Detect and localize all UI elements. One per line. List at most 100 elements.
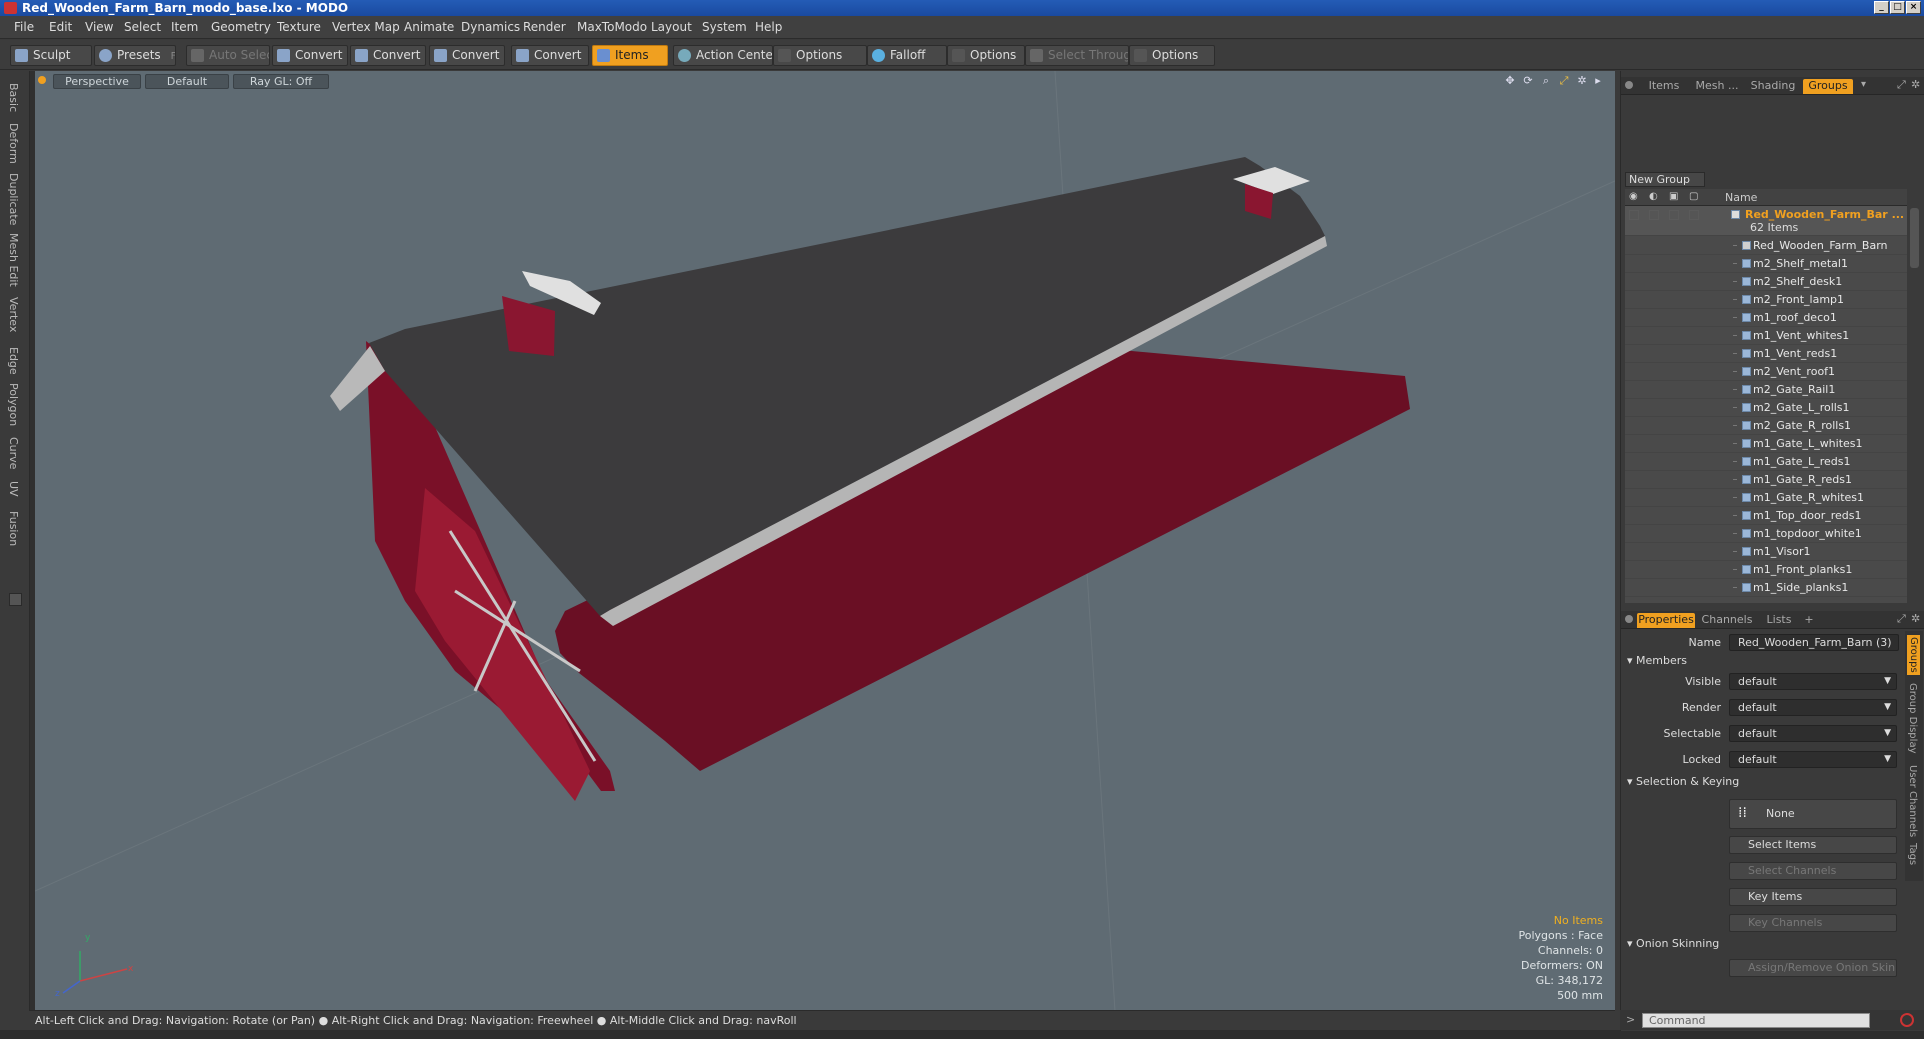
list-item[interactable]: m2_Shelf_desk1 bbox=[1625, 273, 1907, 291]
add-tab-button[interactable]: + bbox=[1801, 613, 1817, 628]
menu-file[interactable]: File bbox=[14, 20, 34, 34]
key-items-button[interactable]: Key Items bbox=[1729, 888, 1897, 906]
list-item[interactable]: m1_roof_deco1 bbox=[1625, 309, 1907, 327]
tab-duplicate[interactable]: Duplicate bbox=[7, 173, 20, 225]
lock-toggle[interactable] bbox=[1669, 210, 1679, 220]
convert-button-3[interactable]: Convert bbox=[429, 45, 505, 66]
tab-shading[interactable]: Shading bbox=[1745, 79, 1801, 94]
tab-properties[interactable]: Properties bbox=[1637, 613, 1695, 628]
action-center-options-button[interactable]: Options bbox=[773, 45, 867, 66]
list-item[interactable]: m1_Gate_L_whites1 bbox=[1625, 435, 1907, 453]
tab-mesh-edit[interactable]: Mesh Edit bbox=[7, 233, 20, 287]
items-mode-button[interactable]: Items bbox=[592, 45, 668, 66]
tab-groups[interactable]: Groups bbox=[1803, 79, 1853, 94]
list-item[interactable]: m1_Gate_R_whites1 bbox=[1625, 489, 1907, 507]
eye-icon[interactable]: ◉ bbox=[1629, 191, 1638, 202]
menu-maxtomodo[interactable]: MaxToModo bbox=[577, 20, 647, 34]
tab-uv[interactable]: UV bbox=[7, 481, 20, 497]
visible-dropdown[interactable]: default ▼ bbox=[1729, 673, 1897, 690]
locked-dropdown[interactable]: default ▼ bbox=[1729, 751, 1897, 768]
gear-icon[interactable]: ✲ bbox=[1911, 612, 1920, 625]
viewport-menu-dot[interactable] bbox=[38, 76, 46, 84]
fit-view-icon[interactable]: ⤢ bbox=[1557, 75, 1571, 87]
select-through-button[interactable]: Select Through bbox=[1025, 45, 1129, 66]
toolbox-toggle-button[interactable] bbox=[9, 593, 22, 606]
visibility-toggle[interactable] bbox=[1629, 210, 1639, 220]
falloff-options-button[interactable]: Options bbox=[947, 45, 1025, 66]
menu-animate[interactable]: Animate bbox=[404, 20, 454, 34]
render-dropdown[interactable]: default ▼ bbox=[1729, 699, 1897, 716]
list-item[interactable]: m2_Vent_roof1 bbox=[1625, 363, 1907, 381]
list-item[interactable]: m1_Front_planks1 bbox=[1625, 561, 1907, 579]
menu-select[interactable]: Select bbox=[124, 20, 161, 34]
record-icon[interactable] bbox=[1900, 1013, 1914, 1027]
gear-icon[interactable]: ✲ bbox=[1575, 75, 1589, 87]
render-icon[interactable]: ◐ bbox=[1649, 191, 1658, 202]
side-tab-tags[interactable]: Tags bbox=[1907, 843, 1918, 865]
raygl-toggle[interactable]: Ray GL: Off bbox=[233, 74, 329, 89]
side-tab-groups[interactable]: Groups bbox=[1907, 635, 1920, 675]
group-name-field[interactable]: Red_Wooden_Farm_Barn (3) bbox=[1729, 634, 1899, 651]
convert-button-4[interactable]: Convert bbox=[511, 45, 589, 66]
list-item[interactable]: m1_Vent_reds1 bbox=[1625, 345, 1907, 363]
menu-system[interactable]: System bbox=[702, 20, 747, 34]
menu-dynamics[interactable]: Dynamics bbox=[461, 20, 520, 34]
list-item[interactable]: m1_Side_planks1 bbox=[1625, 579, 1907, 597]
scrollbar-thumb[interactable] bbox=[1910, 208, 1919, 268]
select-items-button[interactable]: Select Items bbox=[1729, 836, 1897, 854]
side-tab-user-channels[interactable]: User Channels bbox=[1907, 765, 1918, 837]
list-item[interactable]: m1_Vent_whites1 bbox=[1625, 327, 1907, 345]
command-input[interactable]: Command bbox=[1642, 1013, 1870, 1028]
menu-layout[interactable]: Layout bbox=[651, 20, 692, 34]
key-channels-button[interactable]: Key Channels bbox=[1729, 914, 1897, 932]
new-group-button[interactable]: New Group bbox=[1625, 172, 1705, 187]
falloff-button[interactable]: Falloff bbox=[867, 45, 947, 66]
tab-channels[interactable]: Channels bbox=[1699, 613, 1755, 628]
shading-dropdown[interactable]: Default bbox=[145, 74, 229, 89]
select-through-options-button[interactable]: Options bbox=[1129, 45, 1215, 66]
selection-none-button[interactable]: ⁞⁞ None bbox=[1729, 799, 1897, 829]
menu-geometry[interactable]: Geometry bbox=[211, 20, 271, 34]
panel-menu-dot[interactable] bbox=[1625, 81, 1633, 89]
menu-texture[interactable]: Texture bbox=[277, 20, 321, 34]
list-item[interactable]: m1_Visor1 bbox=[1625, 543, 1907, 561]
select-channels-button[interactable]: Select Channels bbox=[1729, 862, 1897, 880]
sculpt-button[interactable]: Sculpt bbox=[10, 45, 92, 66]
tab-fusion[interactable]: Fusion bbox=[7, 511, 20, 546]
tab-overflow-icon[interactable]: ▾ bbox=[1861, 79, 1866, 90]
gear-icon[interactable]: ✲ bbox=[1911, 78, 1920, 91]
list-item[interactable]: m2_Gate_R_rolls1 bbox=[1625, 417, 1907, 435]
menu-view[interactable]: View bbox=[85, 20, 113, 34]
select-icon[interactable]: ▢ bbox=[1689, 191, 1698, 202]
menu-help[interactable]: Help bbox=[755, 20, 782, 34]
perspective-dropdown[interactable]: Perspective bbox=[53, 74, 141, 89]
auto-select-button[interactable]: Auto Select bbox=[186, 45, 270, 66]
list-item[interactable]: m2_Gate_L_rolls1 bbox=[1625, 399, 1907, 417]
tab-items[interactable]: Items bbox=[1639, 79, 1689, 94]
panel-menu-dot[interactable] bbox=[1625, 615, 1633, 623]
menu-render[interactable]: Render bbox=[523, 20, 566, 34]
list-item[interactable]: m1_Gate_R_reds1 bbox=[1625, 471, 1907, 489]
list-item[interactable]: m1_Gate_L_reds1 bbox=[1625, 453, 1907, 471]
lock-icon[interactable]: ▣ bbox=[1669, 191, 1678, 202]
tab-vertex[interactable]: Vertex bbox=[7, 297, 20, 332]
list-item[interactable]: m2_Gate_Rail1 bbox=[1625, 381, 1907, 399]
rotate-view-icon[interactable]: ⟳ bbox=[1521, 75, 1535, 87]
list-item[interactable]: m1_Top_door_reds1 bbox=[1625, 507, 1907, 525]
render-toggle[interactable] bbox=[1649, 210, 1659, 220]
chevron-right-icon[interactable]: > bbox=[1626, 1013, 1635, 1026]
group-list-scrollbar[interactable] bbox=[1908, 206, 1921, 603]
maximize-button[interactable]: □ bbox=[1890, 1, 1905, 14]
list-item[interactable]: m2_Front_lamp1 bbox=[1625, 291, 1907, 309]
list-item[interactable]: Red_Wooden_Farm_Barn bbox=[1625, 237, 1907, 255]
expand-icon[interactable]: ⤢ bbox=[1897, 612, 1906, 626]
tab-deform[interactable]: Deform bbox=[7, 123, 20, 164]
tab-mesh[interactable]: Mesh ... bbox=[1691, 79, 1743, 94]
list-item[interactable]: m1_topdoor_white1 bbox=[1625, 525, 1907, 543]
tab-curve[interactable]: Curve bbox=[7, 437, 20, 469]
zoom-view-icon[interactable]: ⌕ bbox=[1539, 75, 1553, 87]
select-toggle[interactable] bbox=[1689, 210, 1699, 220]
tab-lists[interactable]: Lists bbox=[1759, 613, 1799, 628]
selection-keying-section[interactable]: ▾ Selection & Keying bbox=[1627, 775, 1739, 788]
selectable-dropdown[interactable]: default ▼ bbox=[1729, 725, 1897, 742]
